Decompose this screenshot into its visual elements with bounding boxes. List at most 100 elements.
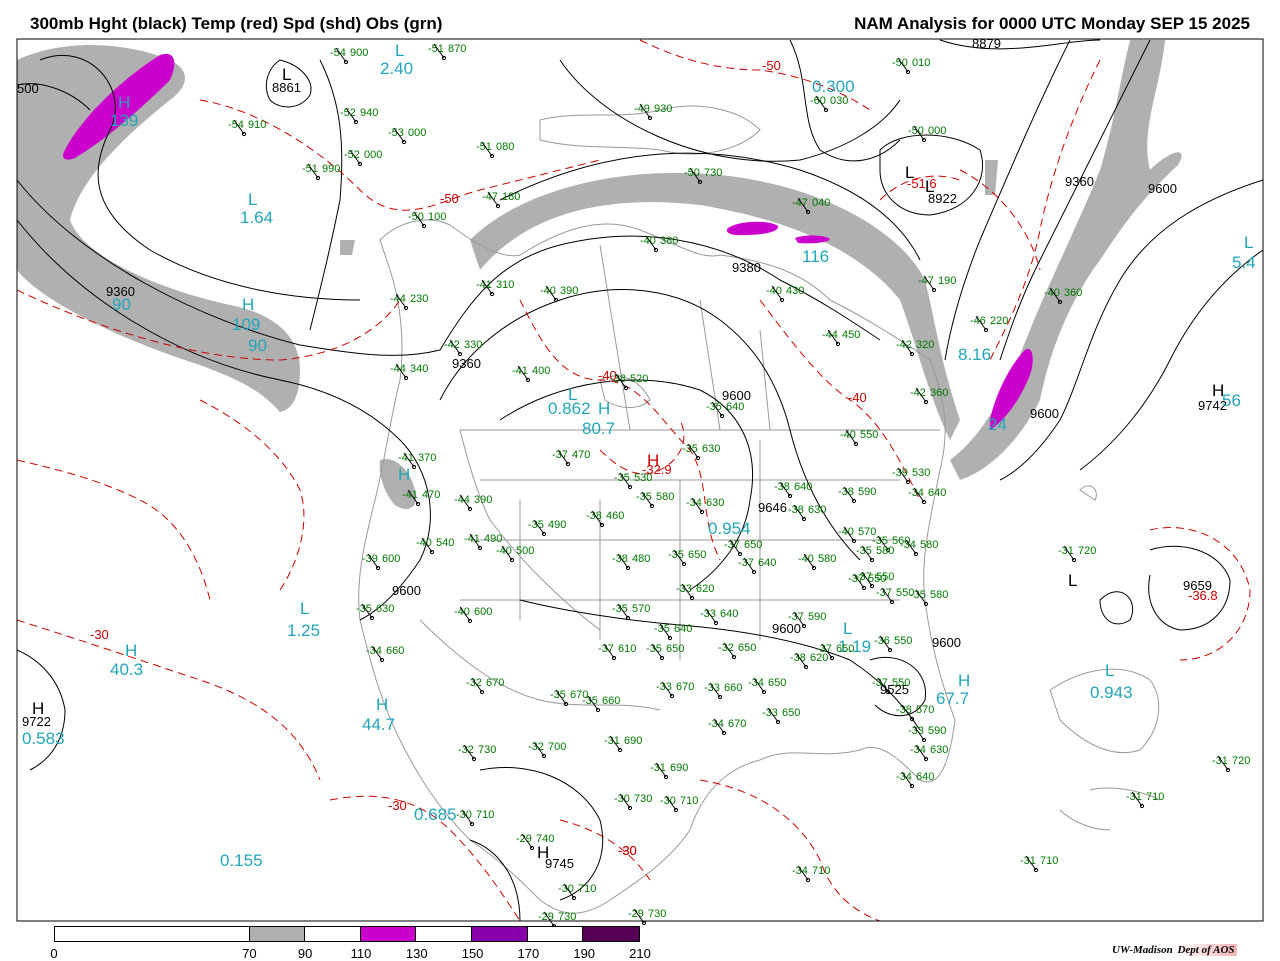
station-temp: -42 [444, 339, 460, 351]
station-height: 710 [812, 865, 830, 877]
speed-value-label: 0.300 [812, 77, 855, 96]
station-observations: -54 900 -51 870 -54 910 -52 940 -53 000 -52 000 -51 9… [228, 43, 1250, 929]
station-height: 530 [634, 472, 652, 484]
station-height: 650 [768, 677, 786, 689]
station-height: 630 [702, 443, 720, 455]
station-temp: -50 [908, 125, 924, 137]
station-height: 650 [782, 707, 800, 719]
station-plot: -38 520 [610, 373, 648, 391]
station-plot: -40 430 [766, 285, 804, 303]
credit: UW-Madison Dept of AOS [1112, 944, 1237, 956]
station-temp: -54 [228, 119, 244, 131]
station-temp: -38 [788, 504, 804, 516]
station-plot: -35 580 [856, 545, 894, 563]
high-center: H [537, 843, 549, 862]
high-center: H [958, 671, 970, 690]
station-height: 340 [410, 363, 428, 375]
station-height: 580 [930, 589, 948, 601]
station-height: 710 [1040, 855, 1058, 867]
station-height: 640 [758, 557, 776, 569]
station-height: 730 [558, 911, 576, 923]
station-plot: -38 590 [838, 486, 876, 504]
station-temp: -37 [598, 643, 614, 655]
station-height: 700 [548, 741, 566, 753]
station-plot: -49 930 [634, 103, 672, 121]
station-height: 190 [938, 275, 956, 287]
station-height: 460 [606, 510, 624, 522]
station-plot: -34 580 [900, 539, 938, 557]
station-temp: -44 [390, 293, 406, 305]
station-temp: -37 [738, 557, 754, 569]
speed-legend [54, 926, 640, 942]
station-temp: -40 [840, 429, 856, 441]
station-plot: -52 940 [340, 107, 378, 125]
low-center: L [905, 163, 914, 182]
high-center: H [647, 451, 659, 470]
speed-value-label: 0.685 [414, 805, 457, 824]
station-height: 230 [410, 293, 428, 305]
station-height: 390 [560, 285, 578, 297]
legend-tick-label: 190 [573, 946, 596, 961]
station-temp: -40 [838, 526, 854, 538]
station-temp: -34 [910, 744, 926, 756]
station-height: 640 [720, 608, 738, 620]
high-center: H [598, 399, 610, 418]
station-height: 690 [670, 762, 688, 774]
legend-bin [360, 927, 417, 941]
station-temp: -42 [910, 387, 926, 399]
speed-value-label: 0.862 [548, 399, 591, 418]
station-plot: -44 390 [454, 494, 492, 512]
station-height: 640 [928, 487, 946, 499]
station-plot: -30 710 [558, 883, 596, 901]
station-height: 630 [808, 504, 826, 516]
speed-value-label: 44.7 [362, 715, 395, 734]
low-center: L [925, 177, 934, 196]
station-plot: -37 650 [724, 539, 762, 557]
station-temp: -50 [408, 211, 424, 223]
station-height: 630 [706, 497, 724, 509]
station-temp: -40 [416, 537, 432, 549]
legend-bin [249, 927, 306, 941]
station-plot: -30 730 [614, 793, 652, 811]
station-temp: -31 [1058, 545, 1074, 557]
station-temp: -35 [682, 443, 698, 455]
station-plot: -34 710 [792, 865, 830, 883]
station-temp: -40 [1044, 287, 1060, 299]
station-temp: -40 [640, 235, 656, 247]
station-height: 180 [502, 191, 520, 203]
station-plot: -30 710 [456, 809, 494, 827]
legend-bin [527, 927, 584, 941]
speed-value-label: 116 [802, 247, 829, 266]
station-plot: -35 630 [356, 603, 394, 621]
legend-tick-label: 210 [629, 946, 651, 961]
station-temp: -40 [766, 285, 782, 297]
speed-value-label: 8.16 [958, 345, 991, 364]
station-temp: -34 [708, 718, 724, 730]
station-height: 730 [704, 167, 722, 179]
speed-value-label: 2.40 [380, 59, 413, 78]
station-temp: -37 [872, 677, 888, 689]
station-height: 580 [656, 491, 674, 503]
station-temp: -32 [466, 677, 482, 689]
station-plot: -54 900 [330, 47, 368, 65]
station-temp: -41 [402, 489, 418, 501]
station-plot: -38 480 [612, 553, 650, 571]
station-height: 640 [794, 481, 812, 493]
station-height: 600 [382, 553, 400, 565]
station-height: 320 [916, 339, 934, 351]
speed-value-label: 0.943 [1090, 683, 1133, 702]
station-temp: -35 [856, 545, 872, 557]
station-height: 370 [418, 452, 436, 464]
station-plot: -33 650 [762, 707, 800, 725]
station-height: 730 [648, 908, 666, 920]
speed-value-label: 24 [988, 415, 1007, 434]
temperature-label: -50 [440, 191, 459, 206]
station-height: 590 [928, 725, 946, 737]
station-height: 630 [930, 744, 948, 756]
station-temp: -51 [302, 163, 318, 175]
station-plot: -44 230 [390, 293, 428, 311]
station-temp: -29 [628, 908, 644, 920]
station-temp: -35 [636, 491, 652, 503]
height-label: 9600 [1148, 181, 1177, 196]
low-center: L [300, 599, 309, 618]
